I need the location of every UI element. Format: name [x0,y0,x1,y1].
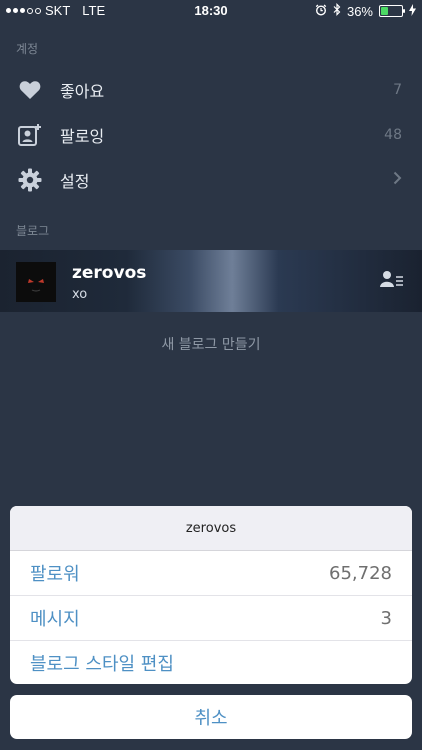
action-sheet: zerovos 팔로워 65,728 메시지 3 블로그 스타일 편집 [10,506,412,684]
gear-icon [0,168,60,192]
action-edit-blog-style[interactable]: 블로그 스타일 편집 [10,640,412,684]
chevron-right-icon [393,171,402,189]
likes-label: 좋아요 [60,82,105,101]
battery-percent: 36% [346,3,373,19]
messages-count: 3 [380,607,392,629]
status-bar: SKT LTE 18:30 36% [0,0,422,22]
bluetooth-icon [333,3,341,19]
following-count: 48 [384,127,402,143]
action-messages[interactable]: 메시지 3 [10,595,412,640]
followers-label: 팔로워 [30,564,80,585]
edit-blog-style-label: 블로그 스타일 편집 [30,654,174,675]
account-section-header: 계정 [16,42,39,56]
blog-members-icon[interactable] [380,270,404,294]
action-followers[interactable]: 팔로워 65,728 [10,551,412,595]
followers-count: 65,728 [329,562,392,584]
cancel-button[interactable]: 취소 [10,695,412,739]
account-item-likes[interactable]: 좋아요 7 [0,68,422,112]
action-sheet-title: zerovos [10,506,412,551]
battery-fill [381,7,388,15]
blog-name: zerovos [72,263,147,283]
following-icon [0,123,60,147]
settings-label: 설정 [60,172,90,191]
battery-icon [379,5,405,17]
blog-avatar [16,262,56,302]
heart-icon [0,80,60,100]
following-label: 팔로잉 [60,127,105,146]
alarm-icon [315,4,327,19]
messages-label: 메시지 [30,609,80,630]
status-right: 36% [315,3,416,19]
blog-card[interactable]: zerovos xo [0,250,422,312]
account-item-following[interactable]: 팔로잉 48 [0,113,422,157]
blog-description: xo [72,287,88,302]
create-new-blog-link[interactable]: 새 블로그 만들기 [0,334,422,354]
blog-section-header: 블로그 [16,224,50,238]
charging-icon [409,3,416,19]
account-item-settings[interactable]: 설정 [0,158,422,202]
likes-count: 7 [393,82,402,98]
